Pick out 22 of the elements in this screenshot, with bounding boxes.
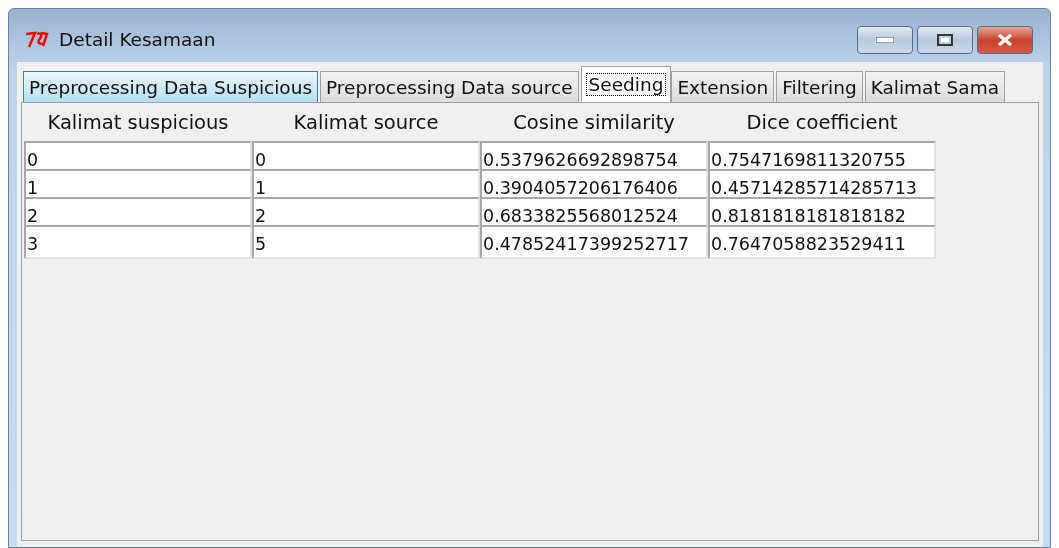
column-header: Cosine similarity xyxy=(512,110,676,136)
table-cell: 5 xyxy=(252,225,480,259)
tab[interactable]: Extension xyxy=(671,71,775,102)
feather-logo-icon xyxy=(25,30,51,49)
minimize-button[interactable] xyxy=(857,25,913,54)
maximize-button[interactable] xyxy=(917,25,973,54)
tab[interactable]: Kalimat Sama xyxy=(864,71,1005,102)
table-cell: 0.47852417399252717 xyxy=(480,225,708,259)
tab[interactable]: Filtering xyxy=(776,71,863,102)
window-title: Detail Kesamaan xyxy=(59,28,217,50)
table-cell: 3 xyxy=(24,225,252,259)
maximize-icon xyxy=(937,33,953,46)
table-cell: 0.7647058823529411 xyxy=(708,225,936,259)
close-button[interactable] xyxy=(977,25,1033,54)
tab[interactable]: Seeding xyxy=(580,66,672,102)
column-header: Dice coefficient xyxy=(745,110,899,136)
column-header: Kalimat source xyxy=(292,110,440,136)
minimize-icon xyxy=(876,36,894,43)
column-header: Kalimat suspicious xyxy=(46,110,230,136)
close-icon xyxy=(996,32,1014,47)
tab[interactable]: Preprocessing Data Suspicious xyxy=(23,71,319,102)
tab[interactable]: Preprocessing Data source xyxy=(320,71,579,102)
